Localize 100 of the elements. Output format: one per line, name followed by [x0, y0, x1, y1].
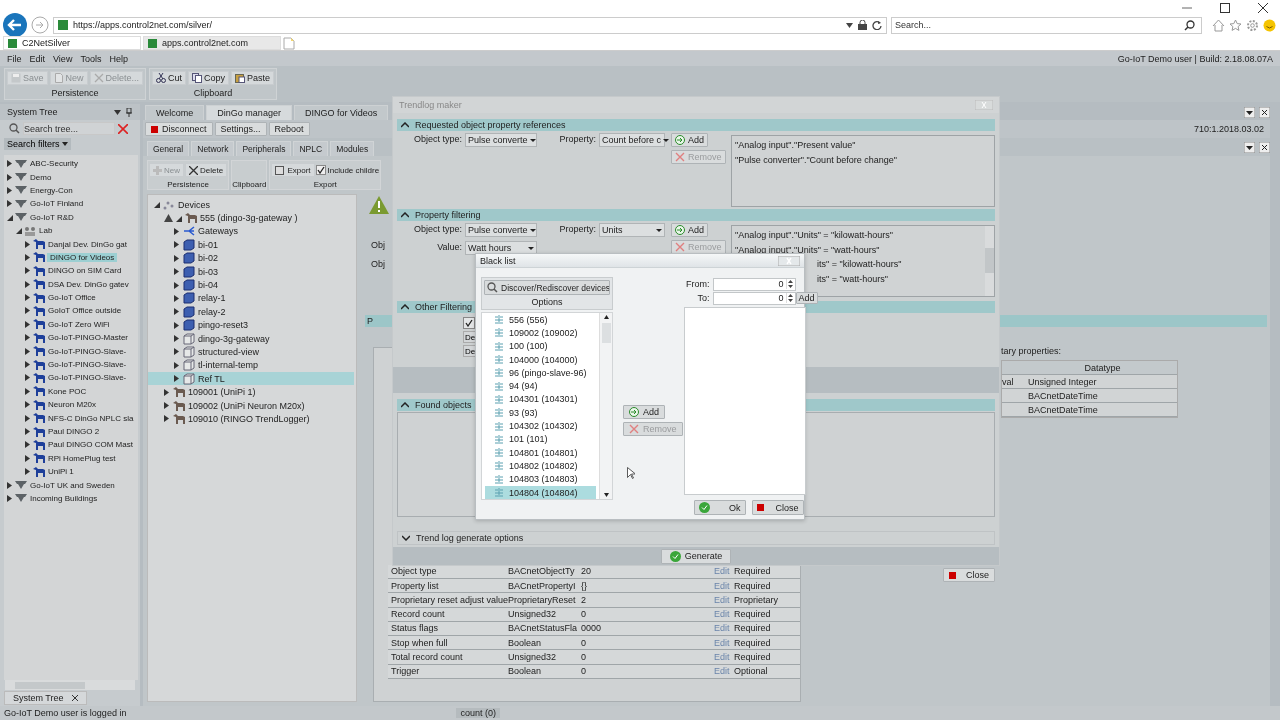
tab[interactable]: General: [147, 141, 190, 156]
expander-icon[interactable]: [25, 468, 31, 476]
list-item[interactable]: 100 (100): [482, 339, 599, 353]
ok-button[interactable]: Ok: [693, 500, 746, 515]
menu-item[interactable]: Tools: [80, 53, 102, 64]
expander-icon[interactable]: [16, 227, 22, 235]
expander-icon[interactable]: [25, 374, 31, 382]
menu-item[interactable]: File: [7, 53, 22, 64]
tree-item[interactable]: Go-IoT-PINGO-Slave-: [47, 346, 128, 356]
section-header[interactable]: Requested object property references: [397, 119, 995, 131]
tab[interactable]: Network: [191, 141, 235, 156]
tree-item[interactable]: pingo-reset3: [148, 318, 356, 332]
object-type-dropdown[interactable]: Pulse converte: [465, 133, 537, 147]
list-item[interactable]: 109002 (109002): [482, 326, 599, 340]
tree-item[interactable]: bi-02: [148, 251, 356, 265]
tree-item[interactable]: Go-IoT Zero WiFi: [47, 319, 111, 329]
tree-item[interactable]: Go-IoT UK and Sweden: [29, 480, 116, 490]
tree-item[interactable]: RPi HomePlug test: [47, 453, 117, 463]
tree-item[interactable]: Go-IoT-PINGO-Slave-: [47, 373, 128, 383]
list-item[interactable]: 104803 (104803): [482, 472, 599, 486]
tree-item[interactable]: ABC-Security: [29, 159, 79, 169]
expander-icon[interactable]: [25, 401, 31, 409]
expander-icon[interactable]: [164, 388, 170, 396]
expander-icon[interactable]: [25, 280, 31, 288]
tree-item[interactable]: bi-03: [148, 264, 356, 279]
expander-icon[interactable]: [164, 402, 170, 410]
tab[interactable]: Peripherals: [236, 141, 292, 156]
delete-button[interactable]: Delete: [185, 163, 228, 177]
toolbar-button[interactable]: Cut: [152, 71, 187, 85]
toolbar-button[interactable]: Reboot: [268, 122, 310, 136]
panel-tab[interactable]: System Tree: [4, 691, 87, 705]
expander-icon[interactable]: [25, 240, 31, 248]
checkbox[interactable]: [463, 317, 475, 329]
expander-icon[interactable]: [174, 308, 180, 316]
discover-button[interactable]: Discover/Rediscover devices: [484, 280, 610, 295]
list-item[interactable]: 104802 (104802): [482, 459, 599, 473]
scrollbar[interactable]: [985, 226, 994, 296]
property-dropdown[interactable]: Units: [599, 223, 665, 237]
expander-icon[interactable]: [25, 414, 31, 422]
close-icon[interactable]: [1259, 141, 1270, 153]
expander-icon[interactable]: [174, 348, 180, 356]
scroll-thumb[interactable]: [601, 323, 611, 343]
tree-item[interactable]: Danjal Dev. DinGo gat: [47, 239, 128, 249]
scrollbar[interactable]: [599, 313, 612, 499]
tree-item[interactable]: dingo-3g-gateway: [148, 331, 356, 346]
expander-icon[interactable]: [25, 441, 31, 449]
scrollbar[interactable]: [5, 680, 135, 690]
tree-item[interactable]: DSA Dev. DinGo gatev: [47, 279, 130, 289]
list-item[interactable]: 104301 (104301): [482, 392, 599, 407]
expander-icon[interactable]: [7, 481, 13, 489]
document-tab[interactable]: Welcome: [145, 105, 205, 120]
from-spinner[interactable]: 0: [712, 277, 796, 291]
browser-tab[interactable]: apps.control2net.com: [143, 36, 281, 50]
smiley-icon[interactable]: [1263, 18, 1276, 32]
expander-icon[interactable]: [25, 387, 31, 395]
expander-icon[interactable]: [25, 428, 31, 435]
tab[interactable]: NPLC: [293, 141, 329, 156]
toolbar-button[interactable]: Settings...: [214, 122, 267, 136]
list-item[interactable]: 94 (94): [482, 379, 599, 393]
list-item[interactable]: "Analog input"."Units" = "watt-hours": [735, 244, 982, 259]
tree-item[interactable]: bi-04: [148, 278, 356, 292]
tree-item[interactable]: NFS-C DinGo NPLC sla: [47, 413, 135, 423]
tree-item[interactable]: 109001 (UniPi 1): [148, 385, 356, 399]
tree-item[interactable]: 109002 (UniPi Neuron M20x): [148, 398, 356, 413]
expander-icon[interactable]: [7, 494, 13, 502]
close-icon[interactable]: [71, 695, 78, 701]
list-item[interactable]: 556 (556): [482, 313, 599, 327]
expander-icon[interactable]: [174, 294, 180, 302]
chevron-up-icon[interactable]: [401, 212, 409, 218]
expander-icon[interactable]: [176, 214, 182, 222]
tree-item[interactable]: tl-internal-temp: [148, 358, 356, 373]
expander-icon[interactable]: [7, 213, 13, 221]
tab[interactable]: Modules: [330, 141, 375, 156]
search-field[interactable]: Search...: [891, 16, 1202, 34]
add-button[interactable]: Add: [671, 133, 708, 147]
toolbar-button[interactable]: Copy: [188, 71, 230, 85]
settings-icon[interactable]: [1246, 18, 1259, 32]
chevron-up-icon[interactable]: [401, 402, 409, 408]
expander-icon[interactable]: [174, 227, 180, 235]
expander-icon[interactable]: [25, 253, 31, 261]
menu-item[interactable]: View: [53, 53, 73, 64]
star-icon[interactable]: [1229, 18, 1242, 32]
toolbar-button[interactable]: Disconnect: [145, 122, 213, 136]
maximize-icon[interactable]: [1220, 3, 1230, 13]
expander-icon[interactable]: [25, 361, 31, 369]
section-header[interactable]: Property filtering: [397, 209, 995, 221]
document-tab[interactable]: DINGO for Videos: [293, 105, 389, 120]
tree-item[interactable]: DINGO on SIM Card: [47, 266, 123, 276]
list-item[interactable]: 104801 (104801): [482, 445, 599, 460]
tree-item[interactable]: Paul DINGO COM Mast: [47, 440, 134, 450]
list-item[interactable]: 104302 (104302): [482, 419, 599, 433]
expander-icon[interactable]: [174, 241, 180, 249]
tree-item[interactable]: Paul DINGO 2: [47, 427, 101, 436]
expander-icon[interactable]: [174, 361, 180, 369]
expander-icon[interactable]: [7, 160, 13, 168]
tree-item[interactable]: Neuron M20x: [47, 400, 98, 410]
pin-icon[interactable]: [126, 107, 132, 117]
tree-item[interactable]: UniPi 1: [47, 467, 75, 477]
clear-icon[interactable]: [118, 123, 128, 134]
tree-item[interactable]: Go-IoT R&D: [29, 212, 75, 222]
